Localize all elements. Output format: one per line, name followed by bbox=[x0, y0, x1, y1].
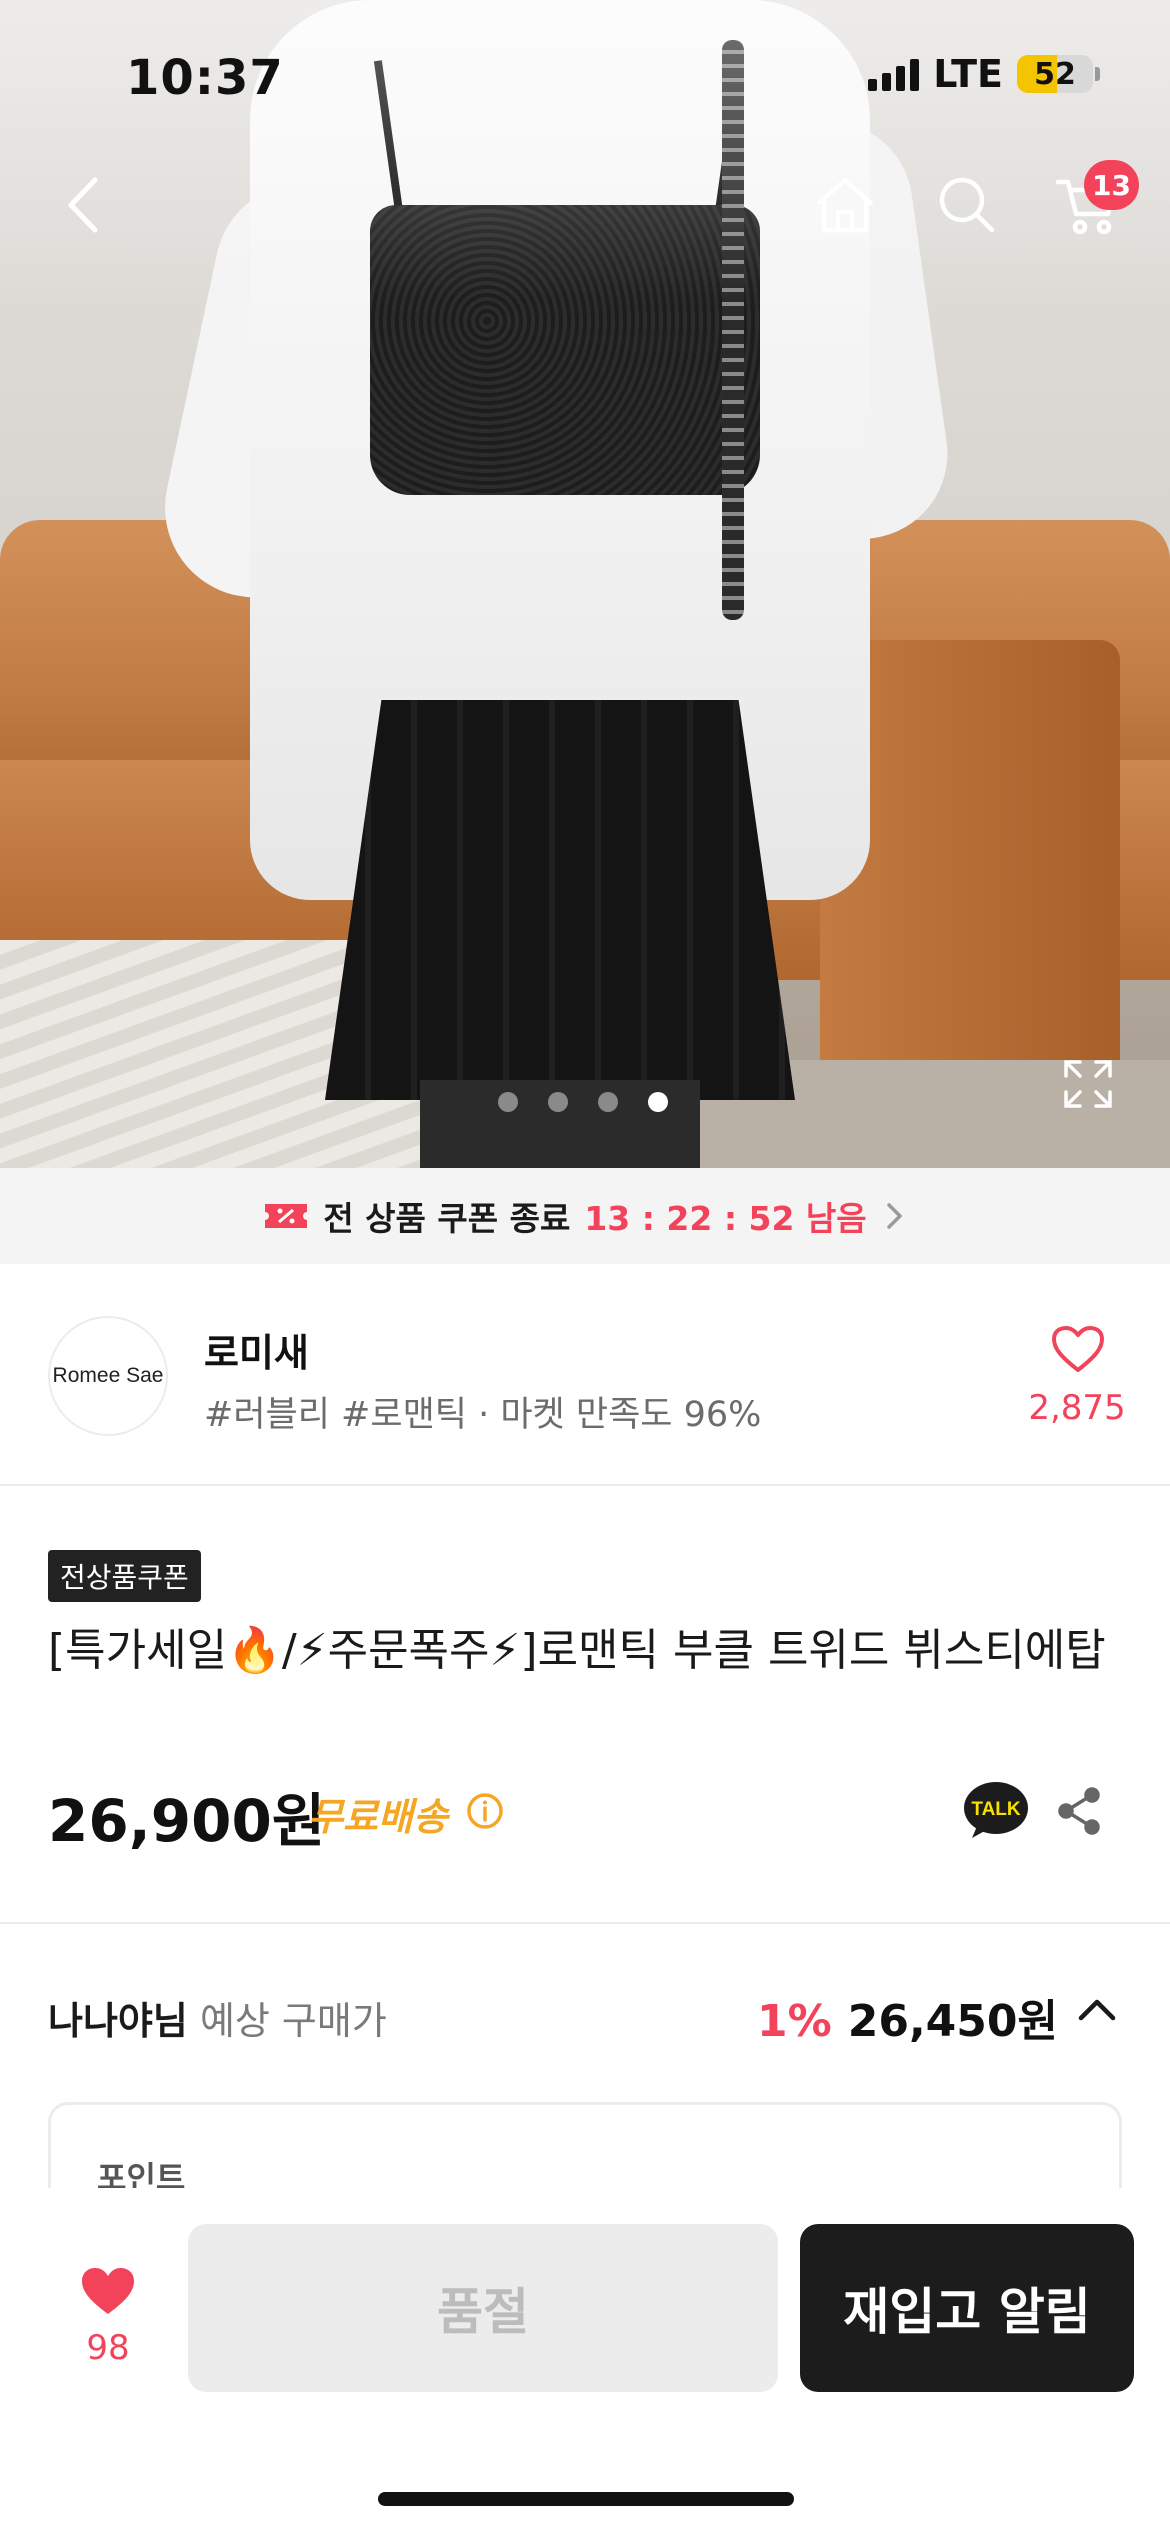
estimate-price: 26,450원 bbox=[847, 1996, 1058, 2047]
wishlist-heart-icon[interactable] bbox=[78, 2264, 138, 2318]
user-name: 나나야님 bbox=[48, 1999, 188, 2043]
battery-icon: 52 bbox=[1017, 55, 1093, 93]
carousel-dot-active[interactable] bbox=[648, 1092, 668, 1112]
estimate-discount: 1% bbox=[757, 1996, 832, 2047]
chevron-left-icon bbox=[68, 177, 98, 233]
product-price: 26,900원 bbox=[48, 1787, 326, 1855]
kakao-talk-icon[interactable]: TALK bbox=[962, 1780, 1030, 1842]
carousel-dot[interactable] bbox=[498, 1092, 518, 1112]
chevron-up-icon[interactable] bbox=[1076, 1996, 1118, 2024]
battery-level: 52 bbox=[1034, 56, 1076, 92]
status-indicators: LTE 52 bbox=[868, 52, 1100, 96]
product-title: [특가세일🔥/⚡주문폭주⚡]로맨틱 부클 트위드 뷔스티에탑 bbox=[48, 1625, 1106, 1676]
chevron-right-icon bbox=[886, 1203, 902, 1229]
shop-info-row[interactable]: Romee Sae 로미새 #러블리 #로맨틱 · 마켓 만족도 96% 2,8… bbox=[0, 1264, 1170, 1486]
shop-tags: #러블리 #로맨틱 · 마켓 만족도 96% bbox=[204, 1395, 762, 1435]
search-icon bbox=[939, 177, 995, 233]
soldout-button[interactable]: 품절 bbox=[188, 2224, 778, 2392]
shop-like-count: 2,875 bbox=[1028, 1388, 1126, 1428]
signal-icon bbox=[868, 57, 920, 91]
search-button[interactable] bbox=[932, 170, 1002, 240]
estimate-sub-label: 예상 구매가 bbox=[199, 1999, 387, 2043]
wishlist-count: 98 bbox=[86, 2328, 130, 2368]
svg-text:TALK: TALK bbox=[971, 1799, 1021, 1820]
shop-logo[interactable]: Romee Sae bbox=[48, 1316, 168, 1436]
restock-alert-button[interactable]: 재입고 알림 bbox=[800, 2224, 1134, 2392]
hero-top-gradient bbox=[0, 0, 1170, 300]
shop-name[interactable]: 로미새 bbox=[204, 1322, 309, 1377]
expand-icon[interactable] bbox=[1062, 1058, 1114, 1110]
photo-black-skirt bbox=[325, 700, 795, 1100]
home-icon bbox=[816, 177, 874, 233]
bottom-action-bar: 98 품절 재입고 알림 bbox=[0, 2188, 1170, 2532]
carousel-dot[interactable] bbox=[548, 1092, 568, 1112]
back-button[interactable] bbox=[48, 170, 118, 240]
info-icon[interactable] bbox=[466, 1792, 504, 1830]
coupon-text: 전 상품 쿠폰 종료 bbox=[323, 1199, 571, 1238]
free-shipping-label: 무료배송 bbox=[308, 1795, 448, 1839]
status-time: 10:37 bbox=[126, 50, 284, 106]
home-button[interactable] bbox=[810, 170, 880, 240]
estimate-value: 1% 26,450원 bbox=[757, 1985, 1058, 2049]
share-icon[interactable] bbox=[1054, 1786, 1104, 1836]
cart-count-badge: 13 bbox=[1084, 160, 1139, 210]
estimate-label: 나나야님 예상 구매가 bbox=[48, 1990, 387, 2045]
shop-like-heart-icon[interactable] bbox=[1050, 1324, 1106, 1374]
ticket-icon bbox=[265, 1204, 308, 1228]
coupon-countdown-bar[interactable]: 전 상품 쿠폰 종료 13 : 22 : 52 남음 bbox=[0, 1168, 1170, 1264]
battery-cap bbox=[1095, 67, 1100, 81]
home-indicator bbox=[378, 2492, 794, 2506]
network-type: LTE bbox=[933, 52, 1003, 96]
coupon-timer: 13 : 22 : 52 남음 bbox=[584, 1199, 867, 1238]
section-divider bbox=[0, 1922, 1170, 1924]
coupon-badge: 전상품쿠폰 bbox=[48, 1550, 201, 1602]
carousel-indicator bbox=[498, 1092, 668, 1112]
carousel-dot[interactable] bbox=[598, 1092, 618, 1112]
